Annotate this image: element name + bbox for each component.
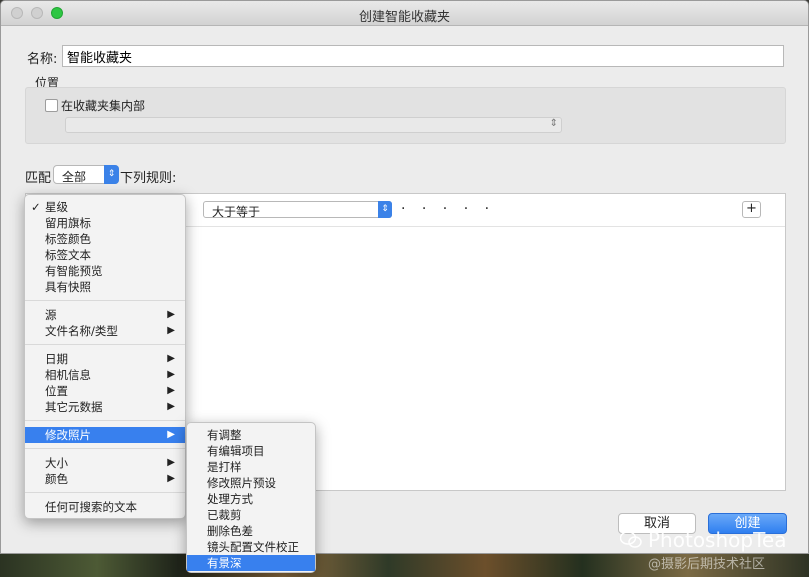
menu-item-pick-flag[interactable]: 留用旗标 (25, 215, 185, 231)
menu-item-source[interactable]: 源 ▶ (25, 307, 185, 323)
menu-item-camera-info[interactable]: 相机信息 ▶ (25, 367, 185, 383)
submenu-arrow-icon: ▶ (167, 385, 175, 396)
develop-submenu: 有调整 有编辑项目 是打样 修改照片预设 处理方式 已裁剪 删除色差 镜头配置文… (186, 422, 316, 573)
menu-item-size[interactable]: 大小 ▶ (25, 455, 185, 471)
submenu-arrow-icon: ▶ (167, 353, 175, 364)
updown-chevron-icon: ⇕ (104, 165, 119, 184)
field-popup-menu: ✓ 星级 留用旗标 标签颜色 标签文本 有智能预览 具有快照 源 ▶ 文件名称/类型… (24, 194, 186, 519)
menu-item-label-text[interactable]: 标签文本 (25, 247, 185, 263)
menu-item-develop[interactable]: 修改照片 ▶ (25, 427, 185, 443)
match-label: 匹配 (25, 171, 52, 186)
window-title: 创建智能收藏夹 (358, 10, 450, 25)
submenu-arrow-icon: ▶ (167, 401, 175, 412)
submenu-item-has-depth[interactable]: 有景深 (187, 555, 315, 571)
name-input[interactable] (62, 45, 784, 67)
submenu-arrow-icon: ▶ (167, 429, 175, 440)
watermark-sub: @摄影后期技术社区 (648, 557, 766, 572)
menu-separator (25, 300, 185, 301)
submenu-item-remove-ca[interactable]: 删除色差 (187, 523, 315, 539)
operator-select[interactable]: 大于等于 ⇕ (203, 201, 392, 219)
menu-separator (25, 420, 185, 421)
submenu-item-lens-profile[interactable]: 镜头配置文件校正 (187, 539, 315, 555)
updown-chevron-icon: ⇕ (549, 118, 558, 129)
submenu-item-develop-preset[interactable]: 修改照片预设 (187, 475, 315, 491)
submenu-arrow-icon: ▶ (167, 473, 175, 484)
rating-stars[interactable]: · · · · · (401, 201, 495, 217)
inside-collection-set-checkbox[interactable] (45, 99, 58, 112)
location-group (25, 87, 786, 144)
checkmark-icon: ✓ (31, 200, 41, 214)
submenu-arrow-icon: ▶ (167, 369, 175, 380)
operator-value: 大于等于 (212, 205, 261, 219)
submenu-arrow-icon: ▶ (167, 457, 175, 468)
name-label: 名称: (27, 52, 58, 67)
menu-item-any-searchable-text[interactable]: 任何可搜索的文本 (25, 499, 185, 515)
submenu-item-cropped[interactable]: 已裁剪 (187, 507, 315, 523)
menu-item-color[interactable]: 颜色 ▶ (25, 471, 185, 487)
match-suffix: 下列规则: (120, 171, 177, 186)
menu-item-has-snapshots[interactable]: 具有快照 (25, 279, 185, 295)
menu-item-other-metadata[interactable]: 其它元数据 ▶ (25, 399, 185, 415)
submenu-item-has-adjustments[interactable]: 有调整 (187, 427, 315, 443)
inside-collection-set-label: 在收藏夹集内部 (61, 99, 146, 113)
menu-item-label-color[interactable]: 标签颜色 (25, 231, 185, 247)
menu-separator (25, 344, 185, 345)
menu-separator (25, 492, 185, 493)
wechat-icon (620, 531, 642, 548)
submenu-arrow-icon: ▶ (167, 325, 175, 336)
menu-separator (25, 448, 185, 449)
menu-item-rating[interactable]: ✓ 星级 (25, 199, 185, 215)
submenu-item-treatment[interactable]: 处理方式 (187, 491, 315, 507)
submenu-item-has-edits[interactable]: 有编辑项目 (187, 443, 315, 459)
match-select-value: 全部 (62, 170, 87, 184)
updown-chevron-icon: ⇕ (378, 201, 392, 218)
collection-set-select[interactable]: ⇕ (65, 117, 562, 133)
add-rule-button[interactable]: + (742, 201, 761, 218)
menu-item-smart-preview[interactable]: 有智能预览 (25, 263, 185, 279)
menu-item-date[interactable]: 日期 ▶ (25, 351, 185, 367)
submenu-item-is-proof[interactable]: 是打样 (187, 459, 315, 475)
title-bar: 创建智能收藏夹 (1, 1, 808, 26)
watermark: PhotoshopTea (620, 528, 786, 552)
submenu-arrow-icon: ▶ (167, 309, 175, 320)
match-select[interactable]: 全部 ⇕ (53, 165, 119, 184)
menu-item-filename-type[interactable]: 文件名称/类型 ▶ (25, 323, 185, 339)
menu-item-location[interactable]: 位置 ▶ (25, 383, 185, 399)
